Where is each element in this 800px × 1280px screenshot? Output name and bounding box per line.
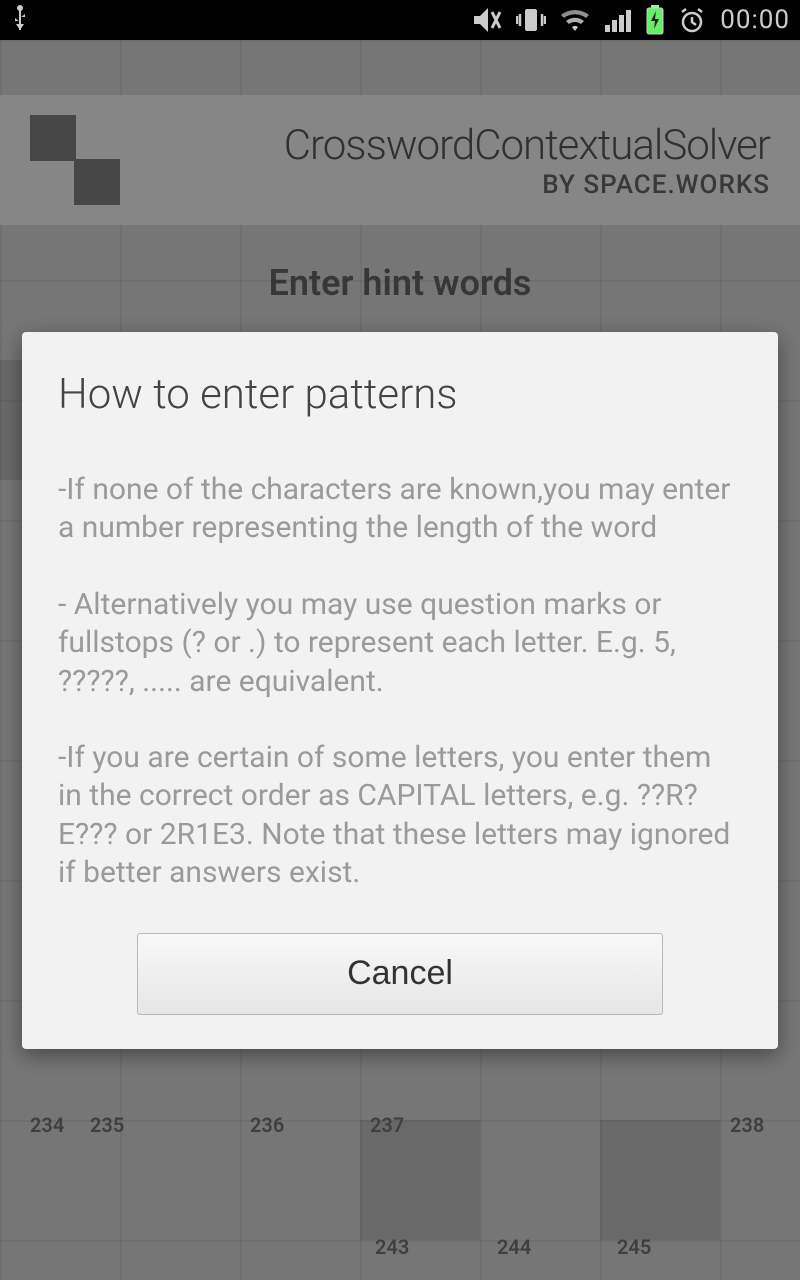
app-background: CrosswordContextualSolver BY SPACE.WORKS… [0,40,800,1280]
battery-charging-icon [646,5,664,35]
how-to-dialog: How to enter patterns -If none of the ch… [22,332,778,1049]
dialog-title: How to enter patterns [58,370,742,419]
dialog-paragraph: -If you are certain of some letters, you… [58,739,742,893]
cancel-button[interactable]: Cancel [137,933,663,1015]
signal-icon [604,7,632,33]
status-bar: 00:00 [0,0,800,40]
wifi-icon [560,7,590,33]
status-clock: 00:00 [720,5,790,35]
dialog-paragraph: -If none of the characters are known,you… [58,471,742,548]
alarm-icon [678,6,706,34]
usb-icon [10,4,30,36]
dialog-paragraph: - Alternatively you may use question mar… [58,586,742,701]
vibrate-icon [516,6,546,34]
mute-icon [472,6,502,34]
dialog-body: -If none of the characters are known,you… [58,471,742,893]
